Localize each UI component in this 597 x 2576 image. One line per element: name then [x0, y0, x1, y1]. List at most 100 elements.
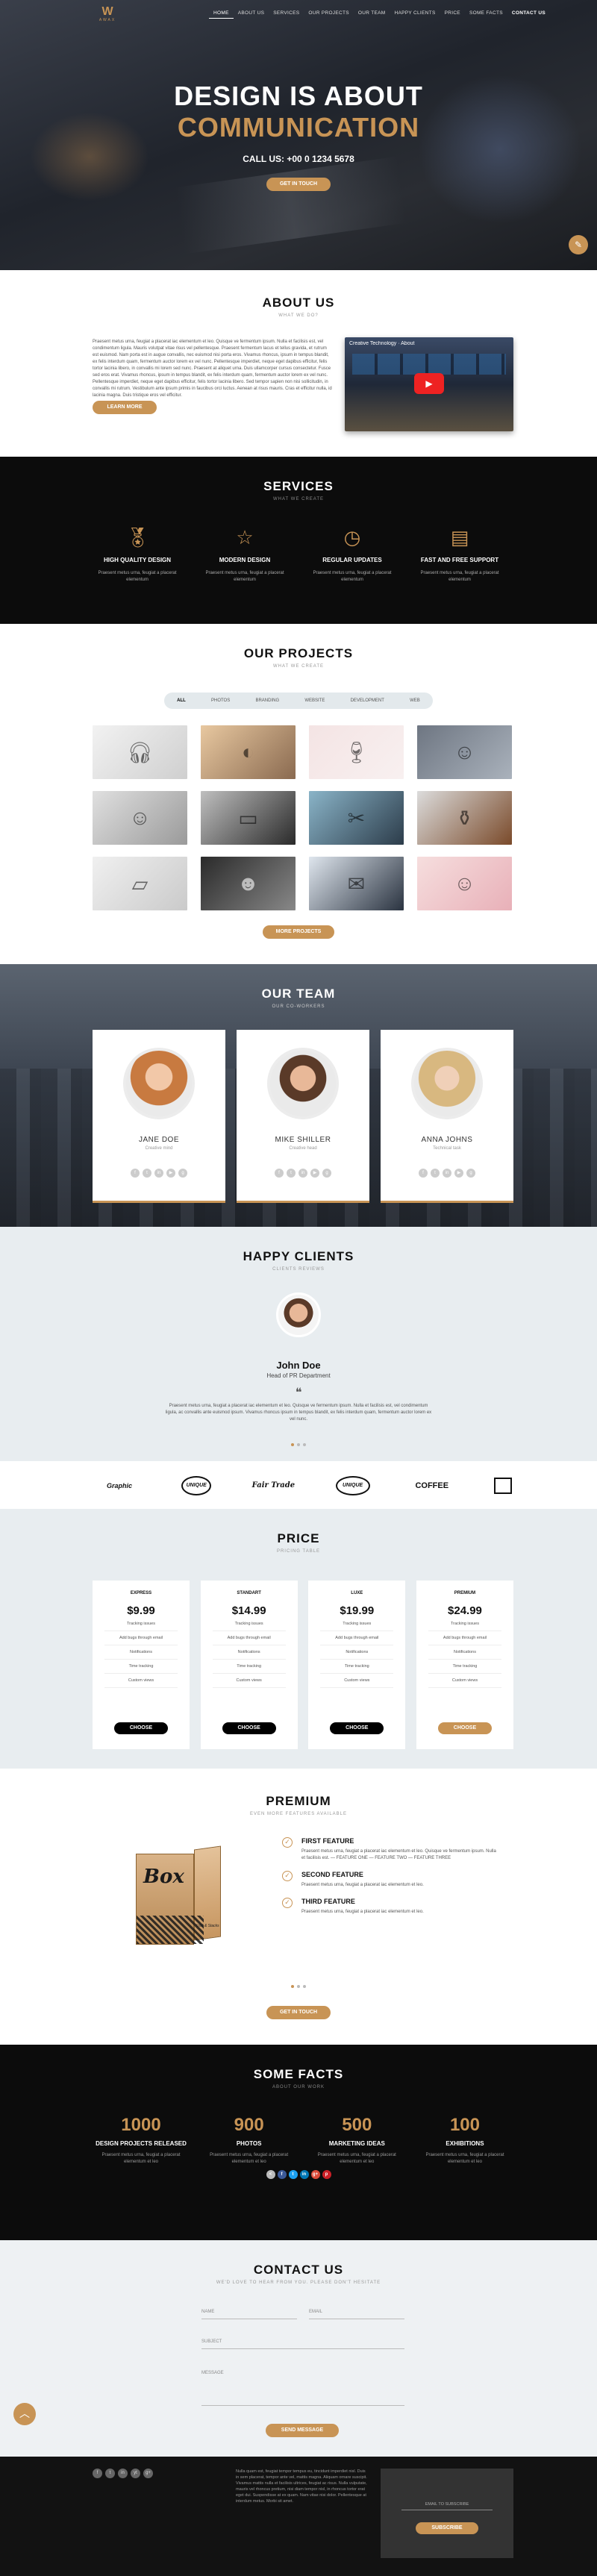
project-stationery-mockup-image[interactable]: ▱	[93, 857, 187, 910]
youtube-icon[interactable]: ▶	[310, 1169, 319, 1178]
pager-dot[interactable]	[303, 1985, 306, 1988]
name-field[interactable]: NAME	[201, 2307, 297, 2319]
project-headphones-image[interactable]: 🎧︎	[93, 725, 187, 779]
brand-logo: UNIQUE	[335, 1476, 370, 1495]
linkedin-icon[interactable]: in	[154, 1169, 163, 1178]
about-video[interactable]: Creative Technology · About ▶	[345, 337, 513, 431]
google-icon[interactable]: g+	[143, 2469, 153, 2478]
team-subtitle: OUR CO-WORKERS	[272, 1004, 325, 1009]
service-item: ☆ MODERN DESIGN Praesent metus urna, feu…	[200, 524, 290, 584]
linkedin-icon[interactable]: in	[443, 1169, 451, 1178]
premium-subtitle: EVEN MORE FEATURES AVAILABLE	[249, 1812, 348, 1816]
google-icon[interactable]: g	[178, 1169, 187, 1178]
nav-clients[interactable]: HAPPY CLIENTS	[390, 10, 440, 19]
newsletter-email-input[interactable]: EMAIL TO SUBSCRIBE	[401, 2500, 493, 2510]
avatar	[267, 1048, 339, 1119]
share-icon[interactable]: <	[266, 2170, 275, 2179]
twitter-icon[interactable]: t	[287, 1169, 296, 1178]
youtube-icon[interactable]: yt	[131, 2469, 140, 2478]
filter-website[interactable]: WEBSITE	[304, 698, 325, 703]
twitter-icon[interactable]: t	[105, 2469, 115, 2478]
filter-all[interactable]: All	[177, 698, 186, 703]
nav-about[interactable]: ABOUT US	[234, 10, 269, 19]
facebook-icon[interactable]: f	[275, 1169, 284, 1178]
project-cosmetic-bottles-image[interactable]: ⚱	[417, 791, 512, 845]
project-envelope-mockup-image[interactable]: ✉	[309, 857, 404, 910]
twitter-icon[interactable]: t	[143, 1169, 151, 1178]
nav-services[interactable]: SERVICES	[269, 10, 304, 19]
filter-web[interactable]: WEB	[410, 698, 420, 703]
project-people-sunglasses-image[interactable]: ☻	[201, 857, 296, 910]
filter-development[interactable]: DEVELOPMENT	[351, 698, 384, 703]
check-icon: ✓	[282, 1837, 293, 1848]
box-pattern	[137, 1916, 204, 1944]
email-field[interactable]: EMAIL	[309, 2307, 404, 2319]
pager-dot[interactable]	[303, 1443, 306, 1446]
fact-number: 900	[234, 2115, 264, 2135]
plan-feature: Custom views	[320, 1674, 394, 1688]
nav-projects[interactable]: OUR PROJECTS	[304, 10, 354, 19]
send-message-button[interactable]: SEND MESSAGE	[266, 2424, 339, 2437]
nav-team[interactable]: OUR TEAM	[354, 10, 390, 19]
pager-dot[interactable]	[297, 1985, 300, 1988]
project-sunglasses-woman-image[interactable]: ◐	[201, 725, 296, 779]
filter-branding[interactable]: BRANDING	[255, 698, 279, 703]
message-field[interactable]: MESSAGE	[201, 2369, 404, 2406]
team-card: JANE DOE Creative mind f t in ▶ g	[93, 1030, 225, 1203]
about-title: ABOUT US	[262, 296, 335, 310]
youtube-icon[interactable]: ▶	[166, 1169, 175, 1178]
floating-action-icon[interactable]: ✎	[569, 235, 588, 254]
premium-get-in-touch-button[interactable]: GET IN TOUCH	[266, 2006, 331, 2019]
linkedin-share-icon[interactable]: in	[299, 2170, 309, 2179]
plan-feature: Notifications	[320, 1645, 394, 1660]
learn-more-button[interactable]: learn MORE	[93, 401, 157, 414]
project-business-cards-image[interactable]: ▭	[201, 791, 296, 845]
twitter-share-icon[interactable]: t	[288, 2170, 298, 2179]
service-title: FAST AND FREE SUPPORT	[420, 557, 499, 563]
choose-button[interactable]: CHOOSE	[437, 1722, 492, 1734]
play-icon[interactable]: ▶	[414, 373, 444, 394]
facebook-icon[interactable]: f	[419, 1169, 428, 1178]
contact-section: CONTACT US WE'D LOVE TO HEAR FROM YOU. P…	[0, 2240, 597, 2457]
choose-button[interactable]: CHOOSE	[222, 1722, 276, 1734]
plan-feature: Tracking issues	[212, 1617, 286, 1631]
nav-home[interactable]: HOME	[209, 10, 234, 19]
facebook-icon[interactable]: f	[93, 2469, 102, 2478]
linkedin-icon[interactable]: in	[118, 2469, 128, 2478]
project-man-portrait-image[interactable]: ☺	[93, 791, 187, 845]
feature-title: SECOND FEATURE	[301, 1871, 363, 1878]
twitter-icon[interactable]: t	[431, 1169, 440, 1178]
pager-dot[interactable]	[291, 1443, 294, 1446]
linkedin-icon[interactable]: in	[298, 1169, 307, 1178]
project-bearded-man-image[interactable]: ☺	[417, 725, 512, 779]
google-share-icon[interactable]: g+	[310, 2170, 320, 2179]
pager-dot[interactable]	[297, 1443, 300, 1446]
box-caption: Kraft & Stacks	[196, 1924, 219, 1928]
bottles-icon: ⚱	[455, 806, 474, 830]
facebook-icon[interactable]: f	[131, 1169, 140, 1178]
nav-contact[interactable]: CONTACT US	[507, 10, 550, 19]
choose-button[interactable]: CHOOSE	[330, 1722, 384, 1734]
filter-photos[interactable]: PHOTOS	[211, 698, 230, 703]
more-projects-button[interactable]: MORE PROJECTS	[263, 925, 334, 939]
youtube-icon[interactable]: ▶	[454, 1169, 463, 1178]
subscribe-button[interactable]: SUBSCRIBE	[416, 2522, 478, 2534]
pager-dot[interactable]	[291, 1985, 294, 1988]
fact-number: 100	[449, 2115, 480, 2135]
facebook-share-icon[interactable]: f	[277, 2170, 287, 2179]
pinterest-share-icon[interactable]: p	[322, 2170, 331, 2179]
site-logo[interactable]: W AWAX	[93, 6, 122, 25]
get-in-touch-button[interactable]: GET IN TOUCH	[266, 178, 331, 191]
subject-field[interactable]: SUBJECT	[201, 2337, 404, 2349]
choose-button[interactable]: CHOOSE	[114, 1722, 168, 1734]
person-icon: ☺	[454, 872, 475, 895]
plan-price: $24.99	[448, 1604, 482, 1617]
google-icon[interactable]: g	[466, 1169, 475, 1178]
project-wine-bottle-image[interactable]: 🍷︎	[309, 725, 404, 779]
back-to-top-icon[interactable]: ︿	[13, 2403, 36, 2425]
project-woman-pink-image[interactable]: ☺	[417, 857, 512, 910]
google-icon[interactable]: g	[322, 1169, 331, 1178]
nav-facts[interactable]: SOME FACTS	[465, 10, 507, 19]
project-stationery-desk-image[interactable]: ✂	[309, 791, 404, 845]
nav-price[interactable]: PRICE	[440, 10, 465, 19]
